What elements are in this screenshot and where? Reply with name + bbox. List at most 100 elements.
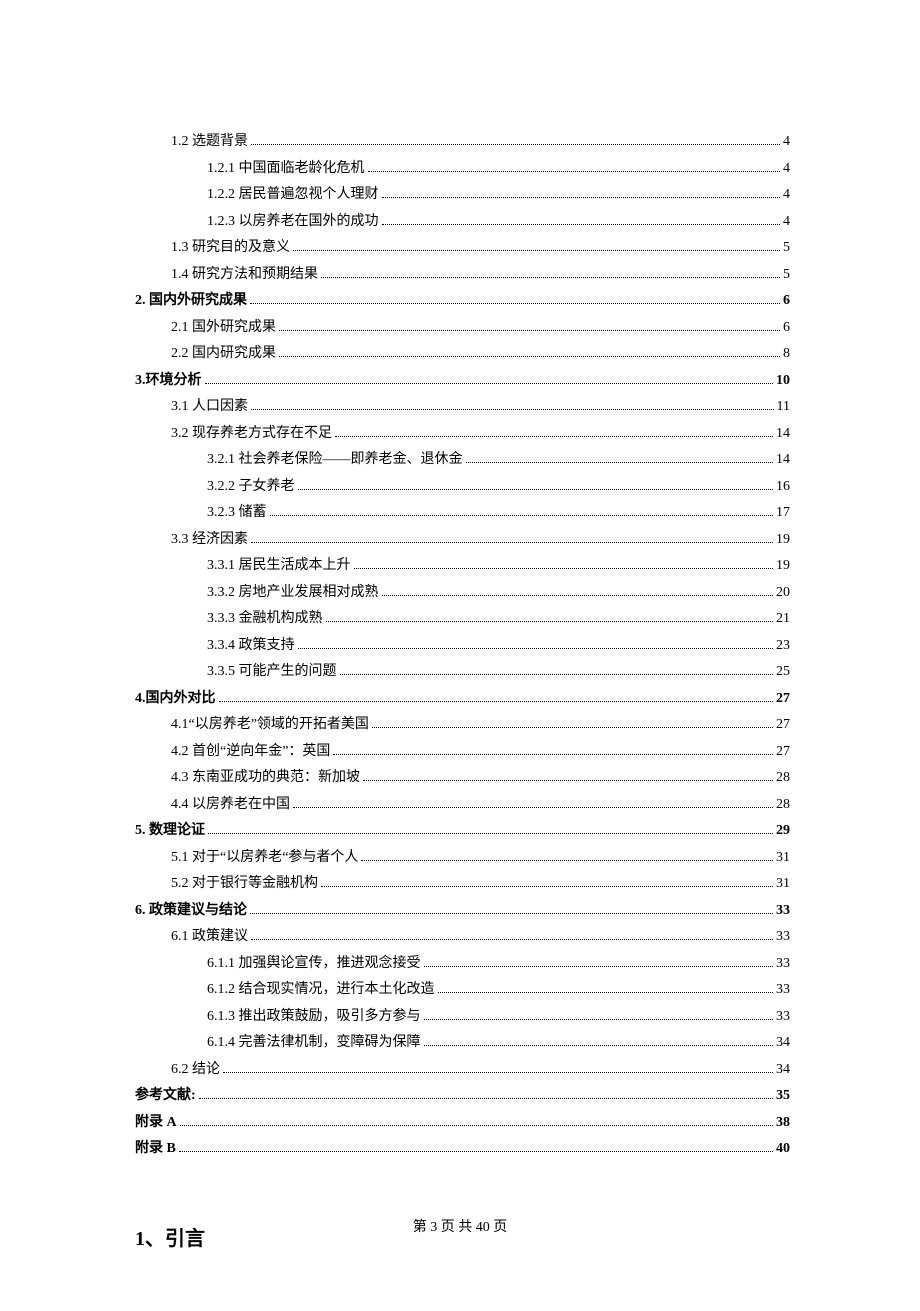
toc-entry-page: 6 bbox=[783, 316, 790, 341]
toc-leader-dots bbox=[326, 613, 774, 622]
toc-entry: 3.2 现存养老方式存在不足14 bbox=[135, 422, 790, 447]
toc-entry: 3.环境分析10 bbox=[135, 369, 790, 394]
toc-entry: 6.2 结论 34 bbox=[135, 1058, 790, 1083]
toc-entry: 1.2.2 居民普遍忽视个人理财4 bbox=[135, 183, 790, 208]
toc-entry-page: 33 bbox=[776, 899, 790, 924]
toc-entry-page: 33 bbox=[776, 978, 790, 1003]
toc-entry-label: 4.2 首创“逆向年金”：英国 bbox=[171, 740, 330, 765]
toc-entry-label: 6.1.2 结合现实情况，进行本土化改造 bbox=[207, 978, 435, 1003]
toc-entry-page: 28 bbox=[776, 766, 790, 791]
toc-leader-dots bbox=[382, 189, 781, 198]
toc-entry-label: 1.2 选题背景 bbox=[171, 130, 248, 155]
toc-leader-dots bbox=[250, 295, 780, 304]
toc-entry-page: 38 bbox=[776, 1111, 790, 1136]
toc-leader-dots bbox=[205, 374, 774, 383]
toc-leader-dots bbox=[298, 480, 774, 489]
toc-entry: 4.国内外对比27 bbox=[135, 687, 790, 712]
toc-entry-page: 10 bbox=[776, 369, 790, 394]
toc-entry-label: 6. 政策建议与结论 bbox=[135, 899, 247, 924]
toc-entry-label: 3.1 人口因素 bbox=[171, 395, 248, 420]
toc-entry-label: 4.1“以房养老”领域的开拓者美国 bbox=[171, 713, 369, 738]
toc-entry: 3.2.2 子女养老16 bbox=[135, 475, 790, 500]
toc-entry-page: 28 bbox=[776, 793, 790, 818]
toc-entry-page: 40 bbox=[776, 1137, 790, 1162]
toc-leader-dots bbox=[279, 348, 780, 357]
toc-entry-page: 34 bbox=[776, 1058, 790, 1083]
toc-entry-page: 21 bbox=[776, 607, 790, 632]
table-of-contents: 1.2 选题背景41.2.1 中国面临老龄化危机41.2.2 居民普遍忽视个人理… bbox=[135, 130, 790, 1162]
toc-leader-dots bbox=[424, 1037, 774, 1046]
toc-entry-page: 4 bbox=[783, 130, 790, 155]
toc-entry-label: 3.3.4 政策支持 bbox=[207, 634, 295, 659]
toc-leader-dots bbox=[293, 798, 773, 807]
toc-entry-page: 33 bbox=[776, 925, 790, 950]
toc-leader-dots bbox=[361, 851, 773, 860]
toc-leader-dots bbox=[340, 666, 774, 675]
toc-leader-dots bbox=[298, 639, 774, 648]
toc-leader-dots bbox=[251, 401, 774, 410]
document-page: 1.2 选题背景41.2.1 中国面临老龄化危机41.2.2 居民普遍忽视个人理… bbox=[0, 0, 920, 1311]
toc-entry-page: 5 bbox=[783, 236, 790, 261]
toc-entry: 附录 B40 bbox=[135, 1137, 790, 1162]
toc-entry-label: 5.1 对于“以房养老“参与者个人 bbox=[171, 846, 358, 871]
toc-leader-dots bbox=[321, 878, 773, 887]
toc-leader-dots bbox=[179, 1143, 773, 1152]
toc-entry: 参考文献:35 bbox=[135, 1084, 790, 1109]
toc-leader-dots bbox=[251, 136, 780, 145]
toc-entry: 4.3 东南亚成功的典范：新加坡 28 bbox=[135, 766, 790, 791]
toc-entry: 4.2 首创“逆向年金”：英国27 bbox=[135, 740, 790, 765]
toc-entry-label: 1.3 研究目的及意义 bbox=[171, 236, 290, 261]
toc-entry-page: 31 bbox=[776, 872, 790, 897]
toc-entry-page: 31 bbox=[776, 846, 790, 871]
toc-entry-page: 4 bbox=[783, 210, 790, 235]
toc-entry: 3.3.3 金融机构成熟21 bbox=[135, 607, 790, 632]
toc-entry: 6.1.1 加强舆论宣传，推进观念接受33 bbox=[135, 952, 790, 977]
toc-entry-page: 16 bbox=[776, 475, 790, 500]
toc-entry-label: 6.1.1 加强舆论宣传，推进观念接受 bbox=[207, 952, 421, 977]
toc-entry-page: 23 bbox=[776, 634, 790, 659]
toc-leader-dots bbox=[251, 533, 773, 542]
toc-entry: 3.3.2 房地产业发展相对成熟20 bbox=[135, 581, 790, 606]
toc-entry-label: 6.2 结论 bbox=[171, 1058, 220, 1083]
toc-entry-page: 6 bbox=[783, 289, 790, 314]
toc-entry: 附录 A 38 bbox=[135, 1111, 790, 1136]
toc-entry: 1.2 选题背景 4 bbox=[135, 130, 790, 155]
toc-entry-page: 19 bbox=[776, 528, 790, 553]
toc-entry: 6.1.3 推出政策鼓励，吸引多方参与33 bbox=[135, 1005, 790, 1030]
toc-entry: 4.4 以房养老在中国28 bbox=[135, 793, 790, 818]
toc-entry-page: 27 bbox=[776, 713, 790, 738]
toc-entry-label: 6.1 政策建议 bbox=[171, 925, 248, 950]
toc-entry-label: 附录 A bbox=[135, 1111, 177, 1136]
toc-entry-label: 2.2 国内研究成果 bbox=[171, 342, 276, 367]
toc-leader-dots bbox=[180, 1116, 773, 1125]
toc-leader-dots bbox=[250, 904, 773, 913]
toc-entry: 1.4 研究方法和预期结果5 bbox=[135, 263, 790, 288]
toc-entry-page: 17 bbox=[776, 501, 790, 526]
toc-leader-dots bbox=[368, 162, 781, 171]
toc-entry-page: 33 bbox=[776, 1005, 790, 1030]
toc-entry-label: 4.3 东南亚成功的典范：新加坡 bbox=[171, 766, 360, 791]
toc-entry: 5.2 对于银行等金融机构 31 bbox=[135, 872, 790, 897]
toc-entry: 6. 政策建议与结论 33 bbox=[135, 899, 790, 924]
toc-leader-dots bbox=[333, 745, 773, 754]
toc-entry-page: 25 bbox=[776, 660, 790, 685]
toc-entry-page: 19 bbox=[776, 554, 790, 579]
toc-entry-label: 参考文献: bbox=[135, 1084, 196, 1109]
toc-leader-dots bbox=[270, 507, 774, 516]
toc-leader-dots bbox=[372, 719, 773, 728]
toc-entry-label: 2. 国内外研究成果 bbox=[135, 289, 247, 314]
toc-entry-page: 8 bbox=[783, 342, 790, 367]
toc-entry-page: 14 bbox=[776, 422, 790, 447]
toc-entry-label: 3.2.1 社会养老保险——即养老金、退休金 bbox=[207, 448, 463, 473]
toc-leader-dots bbox=[382, 586, 774, 595]
toc-entry-page: 5 bbox=[783, 263, 790, 288]
toc-entry: 3.2.3 储蓄 17 bbox=[135, 501, 790, 526]
toc-entry-label: 3.2.3 储蓄 bbox=[207, 501, 267, 526]
page-footer: 第 3 页 共 40 页 bbox=[0, 1216, 920, 1236]
toc-entry: 5. 数理论证29 bbox=[135, 819, 790, 844]
toc-entry: 1.2.1 中国面临老龄化危机4 bbox=[135, 157, 790, 182]
toc-entry-page: 4 bbox=[783, 183, 790, 208]
toc-entry-label: 5.2 对于银行等金融机构 bbox=[171, 872, 318, 897]
toc-entry: 6.1.2 结合现实情况，进行本土化改造 33 bbox=[135, 978, 790, 1003]
toc-entry: 3.3.1 居民生活成本上升19 bbox=[135, 554, 790, 579]
